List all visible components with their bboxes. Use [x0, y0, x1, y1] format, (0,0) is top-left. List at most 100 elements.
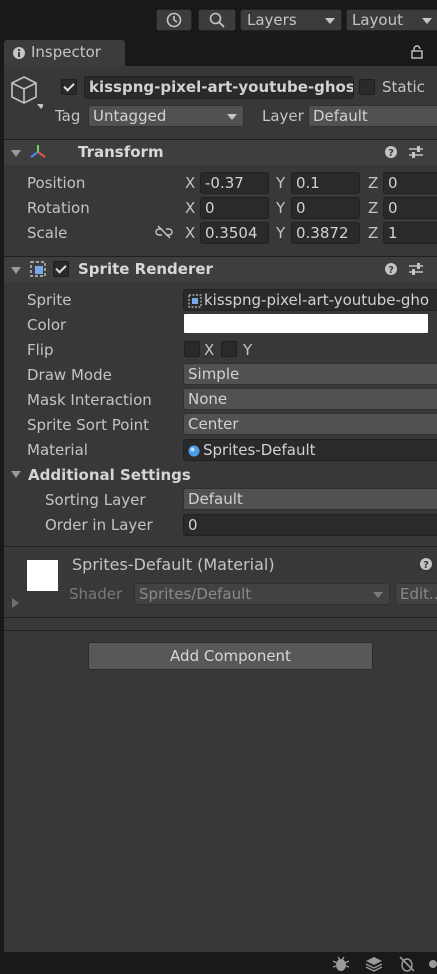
sprite-asset-icon	[188, 294, 202, 308]
layers-label: Layers	[247, 11, 297, 29]
color-swatch[interactable]	[184, 314, 428, 333]
sprite-value: kisspng-pixel-art-youtube-gho	[204, 291, 430, 309]
svg-text:?: ?	[388, 148, 394, 159]
layers-dropdown[interactable]: Layers	[240, 9, 342, 31]
tag-value: Untagged	[93, 107, 167, 125]
additional-settings-foldout[interactable]: Additional Settings	[28, 466, 191, 484]
order-in-layer-field[interactable]: 0	[183, 514, 437, 536]
layer-value: Default	[313, 107, 368, 125]
mask-interaction-label: Mask Interaction	[27, 391, 152, 409]
help-icon[interactable]: ?	[384, 262, 398, 276]
section-divider	[4, 630, 437, 631]
sprite-renderer-icon	[30, 261, 46, 277]
scale-y-field[interactable]: 0.3872	[291, 222, 360, 244]
rotation-x-label: X	[185, 199, 196, 217]
search-button[interactable]	[198, 9, 236, 31]
material-title: Sprites-Default (Material)	[72, 555, 275, 574]
flip-x-label: X	[204, 341, 215, 359]
search-icon	[209, 12, 225, 28]
sprite-sort-point-dropdown[interactable]: Center	[183, 413, 437, 435]
flip-label: Flip	[27, 341, 54, 359]
chevron-down-icon	[325, 18, 335, 24]
unlink-icon[interactable]	[155, 225, 173, 239]
edit-shader-button[interactable]: Edit...	[395, 583, 437, 605]
shader-dropdown[interactable]: Sprites/Default	[134, 583, 390, 605]
network-icon[interactable]	[428, 955, 437, 973]
material-label: Material	[27, 441, 88, 459]
static-checkbox[interactable]	[359, 79, 375, 95]
settings-sliders-icon[interactable]	[408, 262, 424, 276]
layout-label: Layout	[352, 11, 403, 29]
layer-label: Layer	[262, 107, 304, 125]
sprite-renderer-title: Sprite Renderer	[78, 260, 213, 278]
transform-axes-icon	[30, 145, 46, 158]
shader-value: Sprites/Default	[139, 585, 252, 603]
material-sphere-icon	[188, 445, 200, 457]
position-y-field[interactable]: 0.1	[291, 172, 360, 194]
scale-label: Scale	[27, 224, 68, 242]
top-toolbar: Layers Layout	[0, 0, 437, 40]
flip-y-checkbox[interactable]	[221, 341, 237, 357]
active-checkbox[interactable]	[61, 79, 77, 95]
tag-dropdown[interactable]: Untagged	[88, 105, 244, 127]
rotation-y-label: Y	[276, 199, 286, 217]
position-y-label: Y	[276, 174, 286, 192]
help-icon[interactable]: ?	[384, 145, 398, 159]
material-value: Sprites-Default	[203, 441, 316, 459]
sorting-layer-label: Sorting Layer	[45, 491, 146, 509]
rotation-z-field[interactable]: 0	[383, 197, 437, 219]
rotation-x-field[interactable]: 0	[200, 197, 269, 219]
svg-text:?: ?	[423, 560, 429, 571]
draw-mode-dropdown[interactable]: Simple	[183, 363, 437, 385]
draw-mode-label: Draw Mode	[27, 366, 112, 384]
sprite-renderer-enabled-checkbox[interactable]	[53, 261, 69, 277]
lock-icon[interactable]	[410, 45, 424, 59]
chevron-down-icon	[373, 592, 383, 598]
material-preview-swatch	[27, 560, 58, 591]
svg-text:?: ?	[388, 265, 394, 276]
sorting-layer-dropdown[interactable]: Default	[183, 488, 437, 510]
scale-y-label: Y	[276, 224, 286, 242]
settings-sliders-icon[interactable]	[408, 145, 424, 159]
sprite-object-field[interactable]: kisspng-pixel-art-youtube-gho	[183, 289, 437, 311]
layout-dropdown[interactable]: Layout	[346, 9, 437, 31]
debug-off-icon[interactable]	[397, 955, 417, 973]
info-icon	[13, 47, 25, 59]
sorting-layer-value: Default	[188, 490, 243, 508]
section-divider	[4, 617, 437, 618]
transform-header[interactable]: Transform ?	[4, 139, 437, 165]
position-z-field[interactable]: 0	[383, 172, 437, 194]
scale-z-label: Z	[368, 224, 379, 242]
foldout-arrow-icon	[11, 267, 21, 274]
scale-x-label: X	[185, 224, 196, 242]
mask-interaction-dropdown[interactable]: None	[183, 388, 437, 410]
flip-x-checkbox[interactable]	[184, 341, 200, 357]
shader-label: Shader	[69, 585, 123, 603]
scale-x-field[interactable]: 0.3504	[200, 222, 269, 244]
mask-interaction-value: None	[188, 390, 228, 408]
foldout-arrow-icon[interactable]	[11, 471, 21, 478]
tab-inspector[interactable]: Inspector	[4, 40, 125, 66]
rotation-y-field[interactable]: 0	[291, 197, 360, 219]
sprite-sort-point-value: Center	[188, 415, 239, 433]
sprite-renderer-header[interactable]: Sprite Renderer ?	[4, 256, 437, 282]
position-x-field[interactable]: -0.37	[200, 172, 269, 194]
history-icon	[166, 12, 182, 28]
foldout-arrow-icon[interactable]	[12, 598, 19, 608]
chevron-down-icon	[422, 18, 432, 24]
bug-icon[interactable]	[331, 955, 351, 973]
history-button[interactable]	[156, 9, 192, 31]
layer-dropdown[interactable]: Default	[308, 105, 437, 127]
tag-label: Tag	[55, 107, 81, 125]
status-bar	[0, 952, 437, 974]
help-icon[interactable]: ?	[419, 557, 433, 571]
material-object-field[interactable]: Sprites-Default	[183, 439, 437, 461]
gameobject-cube-icon	[11, 76, 43, 109]
position-z-label: Z	[368, 174, 379, 192]
rotation-z-label: Z	[368, 199, 379, 217]
transform-title: Transform	[78, 143, 164, 161]
object-name-field[interactable]: kisspng-pixel-art-youtube-ghost-i	[84, 76, 354, 99]
add-component-button[interactable]: Add Component	[88, 642, 373, 670]
layers-stack-icon[interactable]	[364, 955, 384, 973]
scale-z-field[interactable]: 1	[383, 222, 437, 244]
